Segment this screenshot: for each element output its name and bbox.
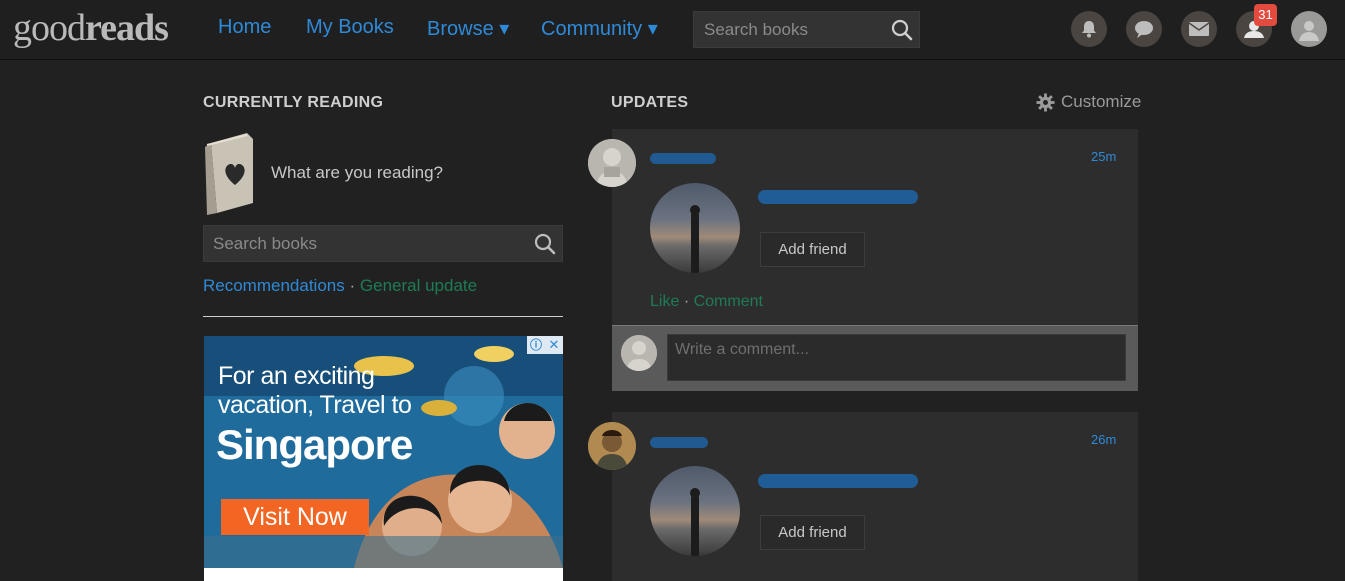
ad-info-icon[interactable]: ⓘ [527,336,545,354]
comment-link[interactable]: Comment [694,293,763,310]
advertisement-banner[interactable]: For an exciting vacation, Travel to Sing… [204,336,563,581]
reading-links: Recommendations · General update [203,276,477,296]
book-heart-icon [205,133,253,215]
ad-footer-strip [204,568,563,581]
general-update-link[interactable]: General update [360,276,477,295]
ad-headline: Singapore [216,421,413,468]
discussions-icon[interactable] [1126,11,1162,47]
updates-heading: UPDATES [611,94,689,111]
commenter-avatar [621,335,657,371]
header-search-box [693,11,920,48]
nav-home-link[interactable]: Home [218,16,271,39]
customize-label: Customize [1061,92,1142,111]
bell-icon[interactable] [1071,11,1107,47]
user-avatar[interactable] [1291,11,1327,47]
currently-reading-heading: CURRENTLY READING [203,94,384,111]
search-icon[interactable] [890,18,914,42]
book-search-input[interactable] [204,226,524,261]
top-nav-bar: goodreads Home My Books Browse ▾ Communi… [0,0,1345,60]
like-link[interactable]: Like [650,293,679,310]
link-separator: · [349,276,356,295]
section-divider [203,316,563,317]
customize-link[interactable]: Customize [1036,92,1141,112]
friend-profile-photo[interactable] [650,466,740,556]
friend-profile-photo[interactable] [650,183,740,273]
updater-name-redacted[interactable] [650,153,716,164]
add-friend-button[interactable]: Add friend [760,232,865,267]
recommendations-link[interactable]: Recommendations [203,276,345,295]
update-timestamp[interactable]: 25m [1091,149,1116,164]
nav-my-books-link[interactable]: My Books [306,16,394,39]
ad-tagline-line1: For an exciting [218,362,375,390]
photo-silhouette-body [691,211,699,273]
nav-browse-dropdown[interactable]: Browse ▾ [427,16,509,41]
nav-community-dropdown[interactable]: Community ▾ [541,16,658,41]
reading-prompt: What are you reading? [271,163,443,182]
update-actions: Like · Comment [650,293,763,311]
notification-count-badge: 31 [1254,4,1277,26]
ad-visit-now-button[interactable]: Visit Now [221,499,369,535]
updater-avatar[interactable] [588,422,636,470]
mail-icon[interactable] [1181,11,1217,47]
update-timestamp[interactable]: 26m [1091,432,1116,447]
update-text-redacted[interactable] [758,190,918,204]
ad-close-icon[interactable]: ✕ [545,336,563,354]
ad-tagline: For an exciting vacation, Travel to [218,362,412,420]
updater-avatar[interactable] [588,139,636,187]
action-separator: · [683,293,690,310]
updater-name-redacted[interactable] [650,437,708,448]
gear-icon [1036,92,1055,112]
ad-tagline-line2: vacation, Travel to [218,391,412,419]
search-icon[interactable] [533,232,557,256]
update-text-redacted[interactable] [758,474,918,488]
comment-input[interactable] [667,334,1126,381]
photo-silhouette-body [691,494,699,556]
add-friend-button[interactable]: Add friend [760,515,865,550]
header-search-input[interactable] [694,12,884,47]
book-search-box [203,225,563,262]
goodreads-logo[interactable]: goodreads [13,6,169,50]
